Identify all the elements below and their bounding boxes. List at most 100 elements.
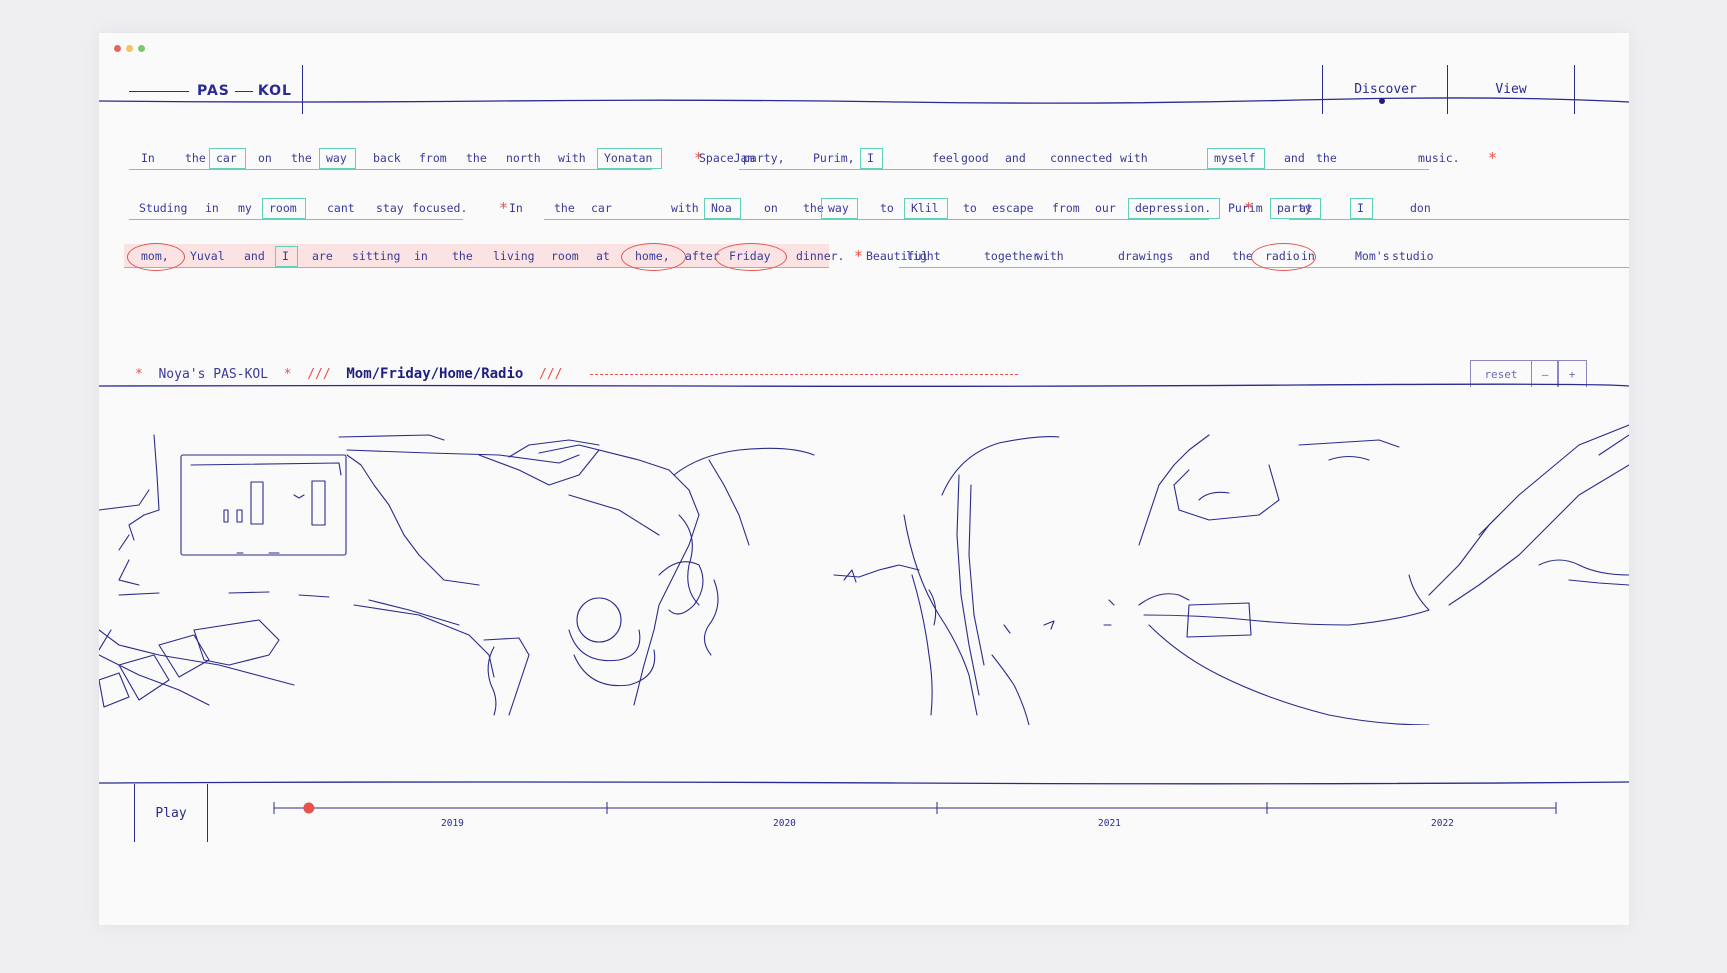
tag-circle	[715, 243, 787, 271]
keyword-box	[209, 148, 246, 169]
story-word[interactable]: with	[558, 151, 586, 165]
separator-star: *	[499, 199, 509, 217]
timeline-playhead[interactable]	[303, 802, 315, 814]
story-word[interactable]: together	[984, 249, 1039, 263]
story-word[interactable]: Studing	[139, 201, 187, 215]
story-word[interactable]: with	[1036, 249, 1064, 263]
story-word[interactable]: focused.	[412, 201, 467, 215]
keyword-box	[1350, 198, 1373, 219]
line-underline	[124, 267, 829, 268]
nav-discover-label: Discover	[1354, 82, 1417, 97]
separator-star: *	[1488, 149, 1498, 167]
story-word[interactable]: In	[509, 201, 523, 215]
line-underline	[129, 169, 652, 170]
keyword-box	[1207, 148, 1265, 169]
story-word[interactable]: my	[238, 201, 252, 215]
story-word[interactable]: with	[671, 201, 699, 215]
brand-right: KOL	[257, 83, 292, 99]
story-word[interactable]: in	[205, 201, 219, 215]
story-line[interactable]: Studing in my room cant stay focused. * In the car…	[99, 197, 1629, 227]
keyword-box	[319, 148, 356, 169]
story-word[interactable]: Mom's	[1355, 249, 1390, 263]
keyword-box	[275, 246, 298, 267]
keyword-box	[821, 198, 858, 219]
story-word[interactable]: are	[312, 249, 333, 263]
story-word[interactable]: Yuval	[190, 249, 225, 263]
story-word[interactable]: in	[414, 249, 428, 263]
line-underline	[544, 219, 1209, 220]
story-word[interactable]: party,	[743, 151, 785, 165]
keyword-box	[1128, 198, 1221, 219]
story-line[interactable]: mom, Yuval and Iare sitting in the living room at…	[99, 243, 1629, 275]
line-underline	[739, 169, 1429, 170]
story-word[interactable]: and	[1284, 151, 1305, 165]
timeline-year-label[interactable]: 2021	[1098, 818, 1121, 829]
story-word[interactable]: on	[764, 201, 778, 215]
story-line[interactable]: In the car on the way back from the north with Yona…	[99, 147, 1629, 177]
story-word[interactable]: sitting	[352, 249, 400, 263]
line-underline	[1289, 219, 1629, 220]
story-word[interactable]: from	[419, 151, 447, 165]
story-word[interactable]: and	[1005, 151, 1026, 165]
app-window: PAS KOL Discover View In the car on the way ba…	[99, 33, 1629, 925]
story-word[interactable]: our	[1095, 201, 1116, 215]
brand-logo[interactable]: PAS KOL	[129, 83, 292, 99]
story-word[interactable]: with	[1120, 151, 1148, 165]
story-word[interactable]: from	[1052, 201, 1080, 215]
keyword-box	[860, 148, 883, 169]
timeline-year-label[interactable]: 2019	[441, 818, 464, 829]
nav-discover[interactable]: Discover	[1322, 65, 1448, 114]
story-word[interactable]: the	[185, 151, 206, 165]
tag-circle	[621, 243, 686, 271]
story-word[interactable]: studio	[1392, 249, 1434, 263]
timeline-year-label[interactable]: 2020	[773, 818, 796, 829]
story-word[interactable]: to	[963, 201, 977, 215]
brand-left: PAS	[197, 83, 230, 99]
story-word[interactable]: the	[1316, 151, 1337, 165]
story-word[interactable]: and	[244, 249, 265, 263]
story-word[interactable]: feel	[932, 151, 960, 165]
story-word[interactable]: to	[880, 201, 894, 215]
line-underline	[129, 219, 463, 220]
keyword-box	[704, 198, 741, 219]
keyword-box	[262, 198, 306, 219]
story-word[interactable]: escape	[992, 201, 1034, 215]
story-word[interactable]: and	[1189, 249, 1210, 263]
story-word[interactable]: cant	[327, 201, 355, 215]
story-word[interactable]: dinner.	[796, 249, 844, 263]
breadcrumb-divider	[99, 383, 1629, 387]
story-word[interactable]: light	[906, 249, 941, 263]
story-word[interactable]: room	[551, 249, 579, 263]
story-word[interactable]: on	[258, 151, 272, 165]
story-word[interactable]: car	[591, 201, 612, 215]
story-word[interactable]: drawings	[1118, 249, 1173, 263]
story-word[interactable]: the	[466, 151, 487, 165]
tag-circle	[127, 243, 185, 271]
story-word[interactable]: the	[291, 151, 312, 165]
story-word[interactable]: the	[1232, 249, 1253, 263]
story-word[interactable]: music.	[1418, 151, 1460, 165]
story-word[interactable]: at	[1299, 201, 1313, 215]
story-word[interactable]: Purim	[1228, 201, 1263, 215]
story-word[interactable]: In	[141, 151, 155, 165]
story-word[interactable]: Purim,	[813, 151, 855, 165]
story-word[interactable]: connected	[1050, 151, 1112, 165]
edge-drawing-canvas[interactable]	[99, 415, 1629, 725]
keyword-box	[1270, 198, 1321, 219]
logo-divider	[302, 65, 303, 114]
story-word[interactable]: north	[506, 151, 541, 165]
timeline-year-label[interactable]: 2022	[1431, 818, 1454, 829]
story-word[interactable]: don	[1410, 201, 1431, 215]
nav-view[interactable]: View	[1447, 65, 1575, 114]
story-word[interactable]: back	[373, 151, 401, 165]
keyword-box	[904, 198, 948, 219]
story-word[interactable]: good	[961, 151, 989, 165]
story-word[interactable]: the	[452, 249, 473, 263]
story-word[interactable]: living	[493, 249, 535, 263]
timeline[interactable]	[99, 793, 1629, 823]
story-word[interactable]: in	[1301, 249, 1315, 263]
keyword-box	[597, 148, 662, 169]
story-word[interactable]: stay	[376, 201, 404, 215]
story-word[interactable]: the	[554, 201, 575, 215]
story-word[interactable]: at	[596, 249, 610, 263]
